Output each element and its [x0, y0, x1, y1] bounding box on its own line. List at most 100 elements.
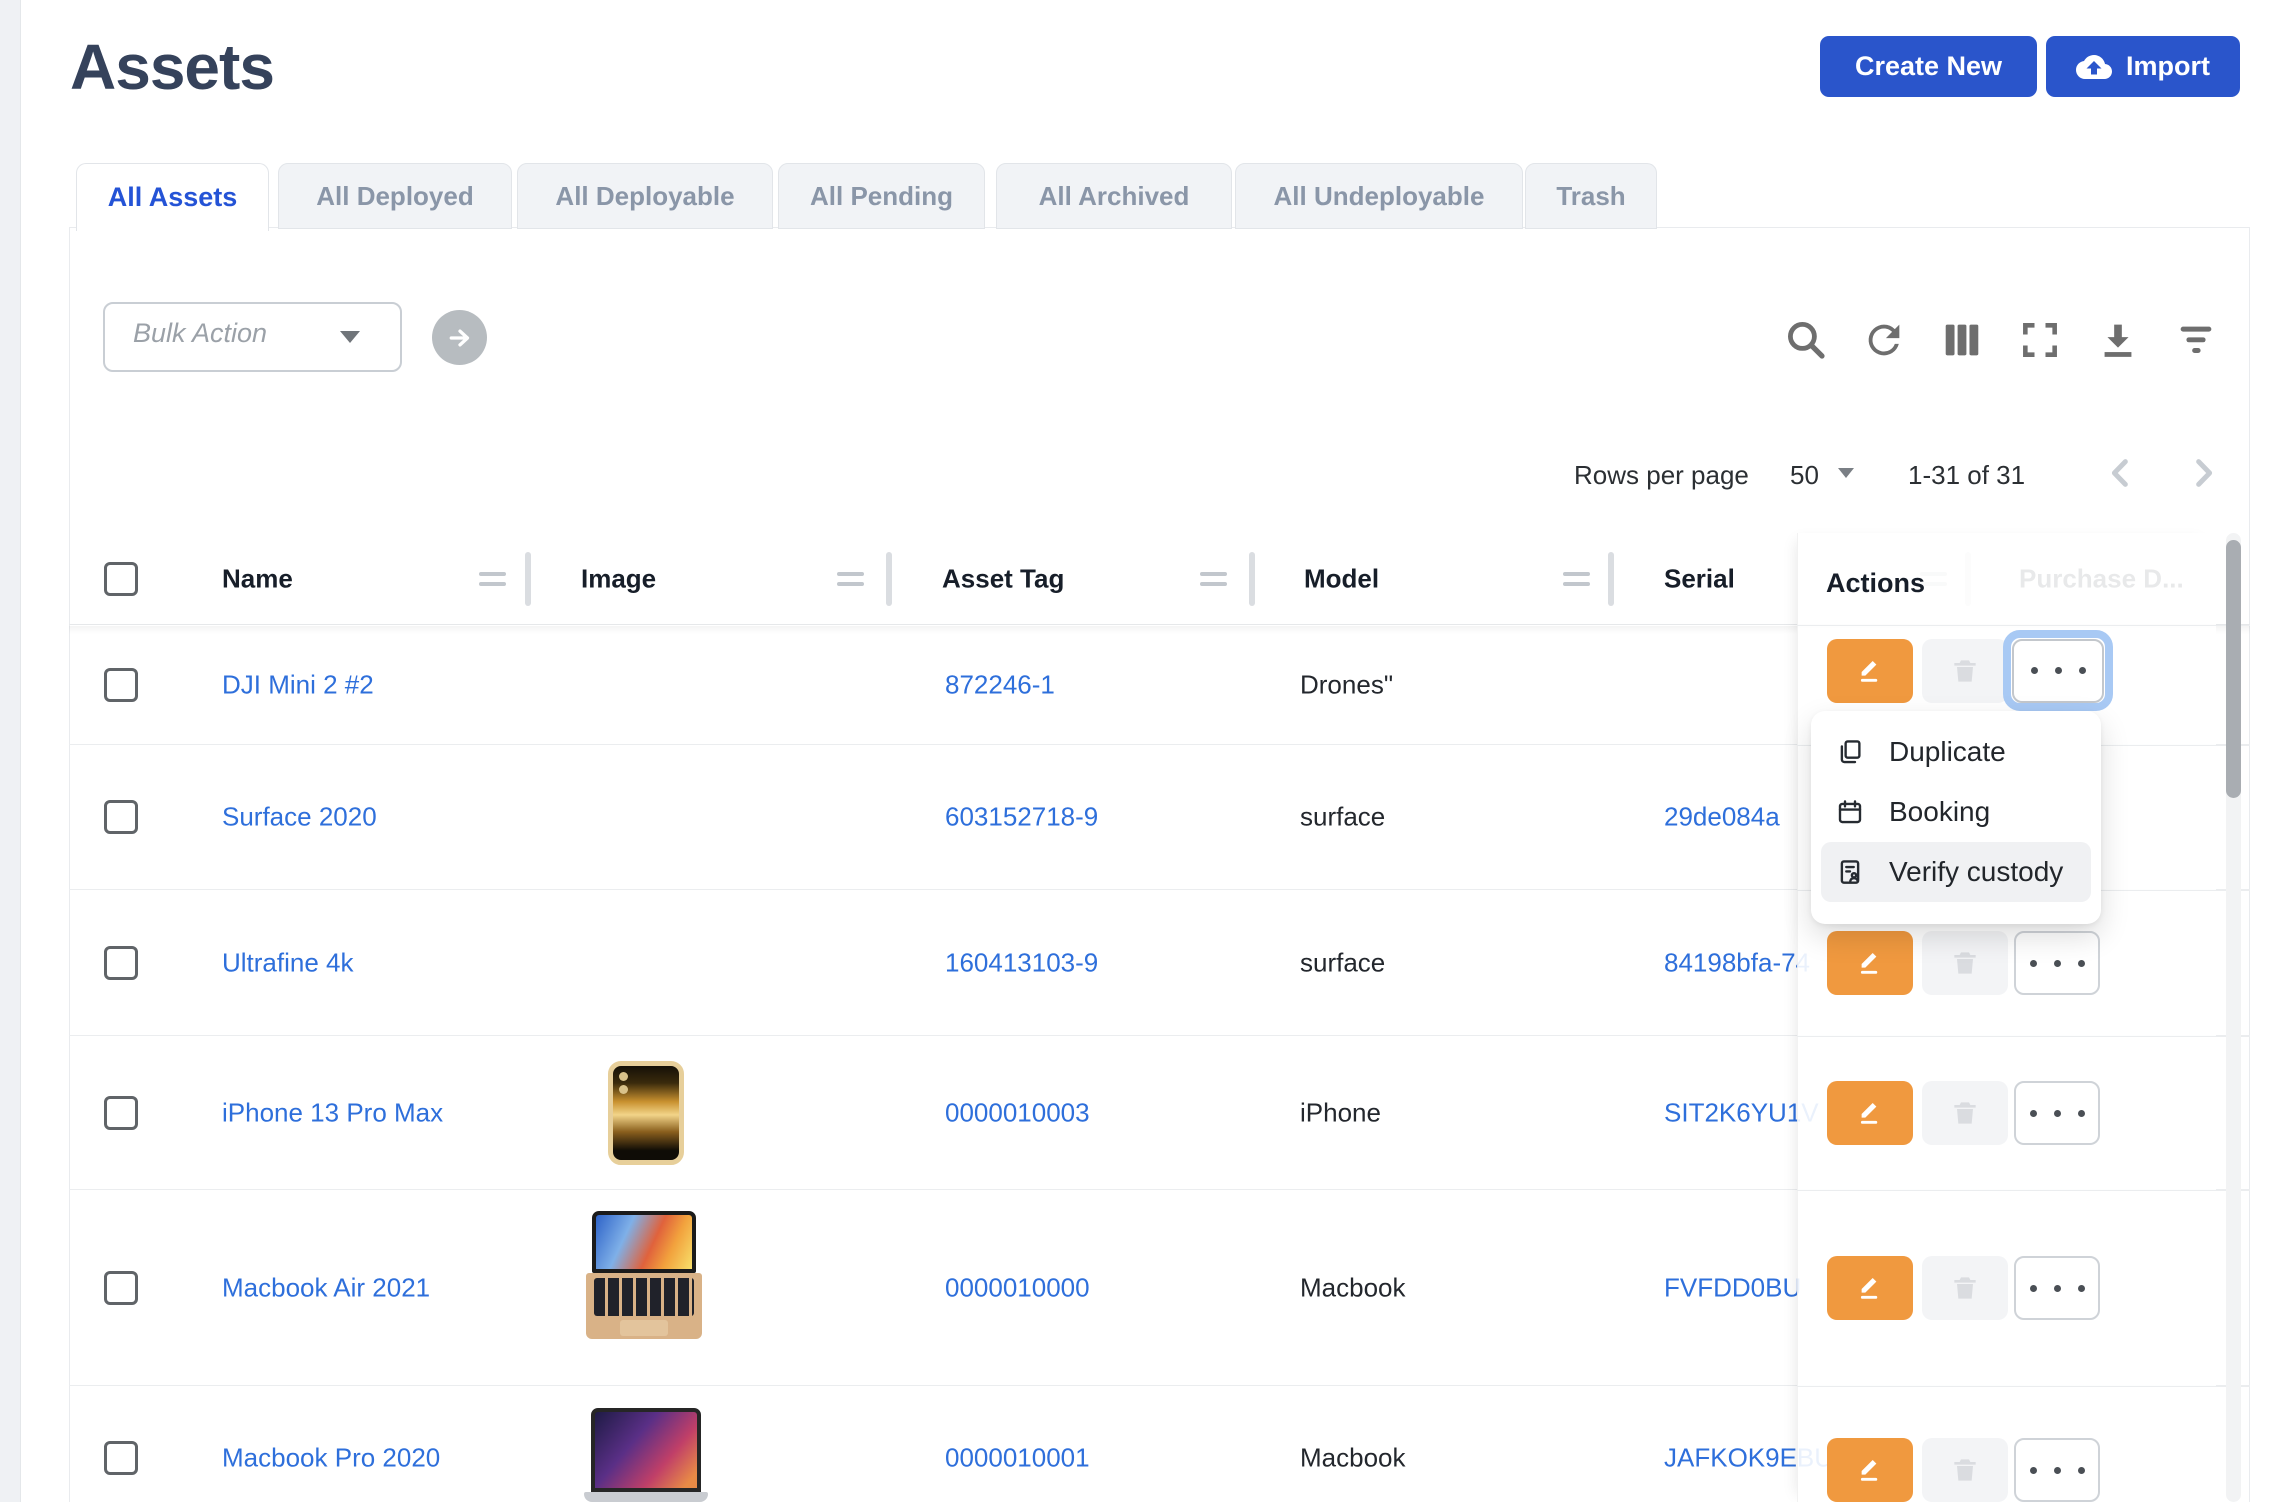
trash-icon: [1949, 655, 1981, 687]
import-button[interactable]: Import: [2046, 36, 2240, 97]
assets-page: Assets Create New Import All Assets All …: [0, 0, 2274, 1502]
column-drag-handle-icon[interactable]: [1200, 572, 1227, 586]
tab-all-archived[interactable]: All Archived: [996, 163, 1232, 229]
next-page-button[interactable]: [2182, 452, 2224, 494]
tab-all-assets[interactable]: All Assets: [76, 163, 269, 231]
asset-tag-link[interactable]: 603152718-9: [945, 802, 1098, 833]
row-checkbox[interactable]: [104, 946, 138, 980]
column-drag-handle-icon[interactable]: [837, 572, 864, 586]
divider: [1797, 1190, 2250, 1191]
more-actions-button[interactable]: [2014, 1438, 2100, 1502]
asset-name-link[interactable]: Macbook Pro 2020: [222, 1442, 440, 1473]
pencil-icon: [1853, 654, 1887, 688]
select-all-checkbox[interactable]: [104, 562, 138, 596]
columns-icon: [1939, 317, 1985, 363]
tab-trash[interactable]: Trash: [1525, 163, 1657, 229]
duplicate-icon: [1835, 737, 1865, 767]
search-button[interactable]: [1780, 314, 1832, 366]
delete-button[interactable]: [1922, 639, 2008, 703]
rows-per-page-select[interactable]: 50: [1790, 460, 1819, 491]
asset-serial-link[interactable]: 84198bfa-74: [1664, 947, 1810, 978]
column-header-image[interactable]: Image: [581, 563, 656, 594]
fullscreen-button[interactable]: [2014, 314, 2066, 366]
tab-all-undeployable[interactable]: All Undeployable: [1235, 163, 1523, 229]
asset-name-link[interactable]: iPhone 13 Pro Max: [222, 1097, 443, 1128]
asset-tag-link[interactable]: 160413103-9: [945, 947, 1098, 978]
previous-page-button[interactable]: [2100, 452, 2142, 494]
columns-button[interactable]: [1936, 314, 1988, 366]
asset-model: Macbook: [1300, 1442, 1406, 1473]
row-checkbox[interactable]: [104, 800, 138, 834]
apply-bulk-action-button[interactable]: [432, 310, 487, 365]
refresh-icon: [1861, 317, 1907, 363]
column-header-model[interactable]: Model: [1304, 563, 1379, 594]
pencil-icon: [1853, 1453, 1887, 1487]
menu-item-verify-custody[interactable]: Verify custody: [1821, 842, 2091, 902]
more-actions-button[interactable]: [2014, 931, 2100, 995]
column-header-asset-tag[interactable]: Asset Tag: [942, 563, 1064, 594]
column-header-name[interactable]: Name: [222, 563, 293, 594]
divider: [1797, 625, 2250, 626]
create-new-button[interactable]: Create New: [1820, 36, 2037, 97]
delete-button[interactable]: [1922, 1438, 2008, 1502]
tab-all-pending[interactable]: All Pending: [778, 163, 985, 229]
asset-name-link[interactable]: Macbook Air 2021: [222, 1272, 430, 1303]
edit-button[interactable]: [1827, 639, 1913, 703]
delete-button[interactable]: [1922, 1081, 2008, 1145]
more-actions-button[interactable]: [2014, 1081, 2100, 1145]
column-drag-handle-icon[interactable]: [1563, 572, 1590, 586]
ellipsis-icon: [2031, 667, 2086, 674]
asset-tag-link[interactable]: 872246-1: [945, 669, 1055, 700]
chevron-down-icon[interactable]: [1838, 468, 1854, 478]
asset-image-iphone[interactable]: [608, 1061, 684, 1165]
asset-image-macbook-air[interactable]: [586, 1211, 702, 1365]
menu-item-duplicate[interactable]: Duplicate: [1821, 722, 2091, 782]
asset-tag-link[interactable]: 0000010000: [945, 1272, 1090, 1303]
column-header-serial[interactable]: Serial: [1664, 563, 1735, 594]
asset-name-link[interactable]: Surface 2020: [222, 802, 377, 833]
menu-item-booking[interactable]: Booking: [1821, 782, 2091, 842]
page-title: Assets: [70, 30, 274, 104]
export-button[interactable]: [2092, 314, 2144, 366]
chevron-down-icon: [340, 331, 360, 343]
row-actions: [1827, 931, 2100, 995]
asset-tag-link[interactable]: 0000010003: [945, 1097, 1090, 1128]
asset-model: surface: [1300, 802, 1385, 833]
column-resize-handle[interactable]: [525, 552, 531, 606]
edit-button[interactable]: [1827, 1438, 1913, 1502]
row-checkbox[interactable]: [104, 1096, 138, 1130]
asset-serial-link[interactable]: 29de084a: [1664, 802, 1780, 833]
asset-model: surface: [1300, 947, 1385, 978]
edit-button[interactable]: [1827, 1256, 1913, 1320]
asset-image-macbook-pro[interactable]: [584, 1408, 708, 1502]
filter-button[interactable]: [2170, 314, 2222, 366]
asset-name-link[interactable]: DJI Mini 2 #2: [222, 669, 374, 700]
tab-all-deployed[interactable]: All Deployed: [278, 163, 512, 229]
edit-button[interactable]: [1827, 1081, 1913, 1145]
filter-icon: [2173, 317, 2219, 363]
calendar-icon: [1835, 797, 1865, 827]
scrollbar-thumb[interactable]: [2226, 540, 2241, 798]
asset-tag-link[interactable]: 0000010001: [945, 1442, 1090, 1473]
divider: [1797, 1386, 2250, 1387]
column-resize-handle[interactable]: [1608, 552, 1614, 606]
verify-custody-icon: [1835, 857, 1865, 887]
delete-button[interactable]: [1922, 1256, 2008, 1320]
column-drag-handle-icon[interactable]: [479, 572, 506, 586]
more-actions-button[interactable]: [2014, 1256, 2100, 1320]
tab-all-deployable[interactable]: All Deployable: [517, 163, 773, 229]
refresh-button[interactable]: [1858, 314, 1910, 366]
row-checkbox[interactable]: [104, 668, 138, 702]
row-actions-context-menu: Duplicate Booking Verify custody: [1811, 711, 2101, 924]
asset-name-link[interactable]: Ultrafine 4k: [222, 947, 354, 978]
trash-icon: [1949, 1454, 1981, 1486]
edit-button[interactable]: [1827, 931, 1913, 995]
asset-serial-link[interactable]: SIT2K6YU1V: [1664, 1097, 1819, 1128]
row-checkbox[interactable]: [104, 1441, 138, 1475]
column-resize-handle[interactable]: [886, 552, 892, 606]
more-actions-button-focused[interactable]: [2003, 630, 2113, 711]
asset-serial-link[interactable]: FVFDD0BU: [1664, 1272, 1801, 1303]
delete-button[interactable]: [1922, 931, 2008, 995]
column-resize-handle[interactable]: [1249, 552, 1255, 606]
row-checkbox[interactable]: [104, 1271, 138, 1305]
